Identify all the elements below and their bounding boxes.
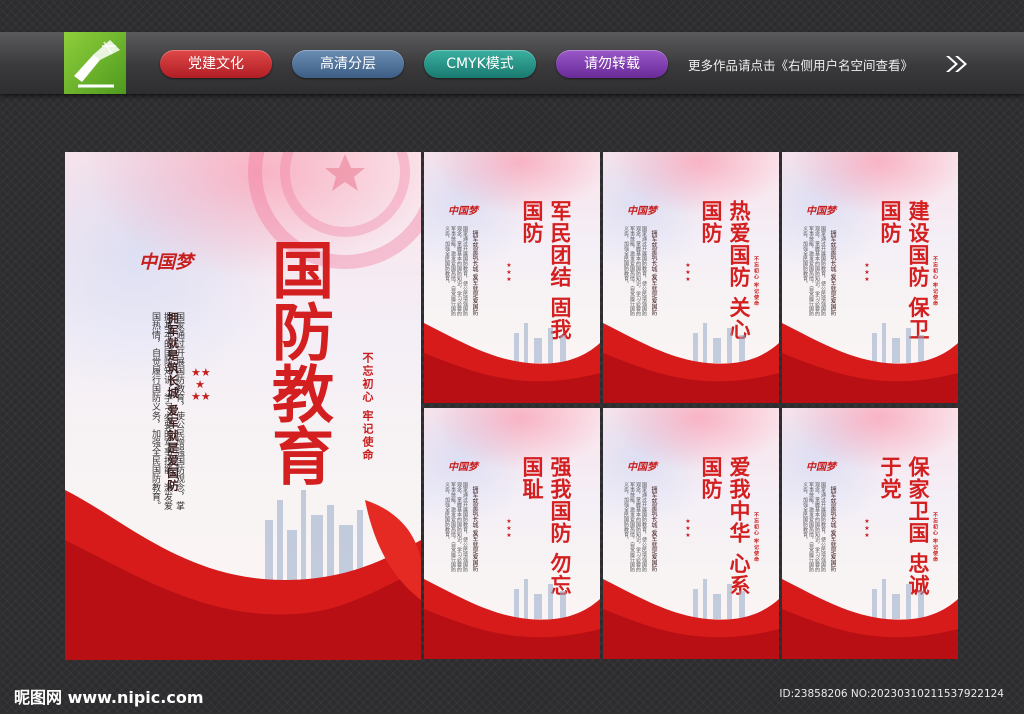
poster-seal: 不忘初心 牢记使命	[932, 256, 938, 307]
poster-body: 国家通过开展国防教育，使公民增强国防观念，掌握基本的国防知识，学习必要的军事技能…	[802, 482, 826, 572]
red-flag-decoration	[603, 323, 779, 403]
image-id: ID:23858206 NO:20230310211537922124	[779, 688, 1004, 700]
china-dream-logo: 中国梦	[806, 206, 836, 217]
poster-body: 国家通过开展国防教育，使公民增强国防观念，掌握基本的国防知识，学习必要的军事技能…	[623, 226, 647, 316]
poster-seal: 不忘初心 牢记使命	[753, 512, 759, 563]
china-dream-logo: 中国梦	[627, 206, 657, 217]
star-divider-icon: ★ ★ ★	[506, 518, 512, 539]
china-dream-logo: 中国梦	[139, 252, 193, 273]
tag-cmyk-mode[interactable]: CMYK模式	[424, 50, 536, 78]
china-dream-logo: 中国梦	[448, 206, 478, 217]
poster-body: 国家通过开展国防教育，使公民增强国防观念，掌握基本的国防知识，学习必要的军事技能…	[444, 482, 468, 572]
star-divider-icon: ★ ★ ★	[864, 262, 870, 283]
red-flag-decoration	[424, 579, 600, 659]
main-poster-seal: 不忘初心 牢记使命	[361, 352, 374, 462]
site-watermark: 昵图网 www.nipic.com	[14, 688, 204, 707]
red-flag-skyline-decoration	[65, 490, 421, 660]
poster-seal: 不忘初心 牢记使命	[932, 512, 938, 563]
red-flag-decoration	[603, 579, 779, 659]
star-divider-icon: ★★ ★ ★★	[191, 366, 211, 403]
tag-no-repost[interactable]: 请勿转载	[556, 50, 668, 78]
tag-hd-layered[interactable]: 高清分层	[292, 50, 404, 78]
poster-card: 中国梦 建设国防 保卫国防 拥军就是筑长城 爱军就是爱国防 国家通过开展国防教育…	[782, 152, 958, 403]
red-flag-decoration	[782, 579, 958, 659]
more-works-link[interactable]: 更多作品请点击《右侧用户名空间查看》	[688, 55, 913, 74]
main-poster: 中国梦 国防教育 拥军就是筑长城 爱军就是爱国防 国家通过开展国防教育，使公民增…	[65, 152, 421, 660]
star-divider-icon: ★ ★ ★	[685, 262, 691, 283]
poster-card: 中国梦 军民团结 固我国防 拥军就是筑长城 爱军就是爱国防 国家通过开展国防教育…	[424, 152, 600, 403]
nipic-logo[interactable]	[64, 32, 126, 94]
star-divider-icon: ★ ★ ★	[864, 518, 870, 539]
star-divider-icon: ★ ★ ★	[685, 518, 691, 539]
main-poster-title: 国防教育	[261, 238, 334, 486]
red-flag-decoration	[782, 323, 958, 403]
tag-party-culture[interactable]: 党建文化	[160, 50, 272, 78]
double-arrow-icon[interactable]	[944, 54, 970, 74]
poster-seal: 不忘初心 牢记使命	[753, 256, 759, 307]
poster-body: 国家通过开展国防教育，使公民增强国防观念，掌握基本的国防知识，学习必要的军事技能…	[802, 226, 826, 316]
poster-card: 中国梦 爱我中华 心系国防 拥军就是筑长城 爱军就是爱国防 国家通过开展国防教育…	[603, 408, 779, 659]
poster-card: 中国梦 热爱国防 关心国防 拥军就是筑长城 爱军就是爱国防 国家通过开展国防教育…	[603, 152, 779, 403]
china-dream-logo: 中国梦	[806, 462, 836, 473]
china-dream-logo: 中国梦	[627, 462, 657, 473]
poster-body: 国家通过开展国防教育，使公民增强国防观念，掌握基本的国防知识，学习必要的军事技能…	[623, 482, 647, 572]
red-flag-decoration	[424, 323, 600, 403]
star-divider-icon: ★ ★ ★	[506, 262, 512, 283]
poster-card: 中国梦 强我国防 勿忘国耻 拥军就是筑长城 爱军就是爱国防 国家通过开展国防教育…	[424, 408, 600, 659]
poster-body: 国家通过开展国防教育，使公民增强国防观念，掌握基本的国防知识，学习必要的军事技能…	[444, 226, 468, 316]
china-dream-logo: 中国梦	[448, 462, 478, 473]
poster-card: 中国梦 保家卫国 忠诚于党 拥军就是筑长城 爱军就是爱国防 国家通过开展国防教育…	[782, 408, 958, 659]
